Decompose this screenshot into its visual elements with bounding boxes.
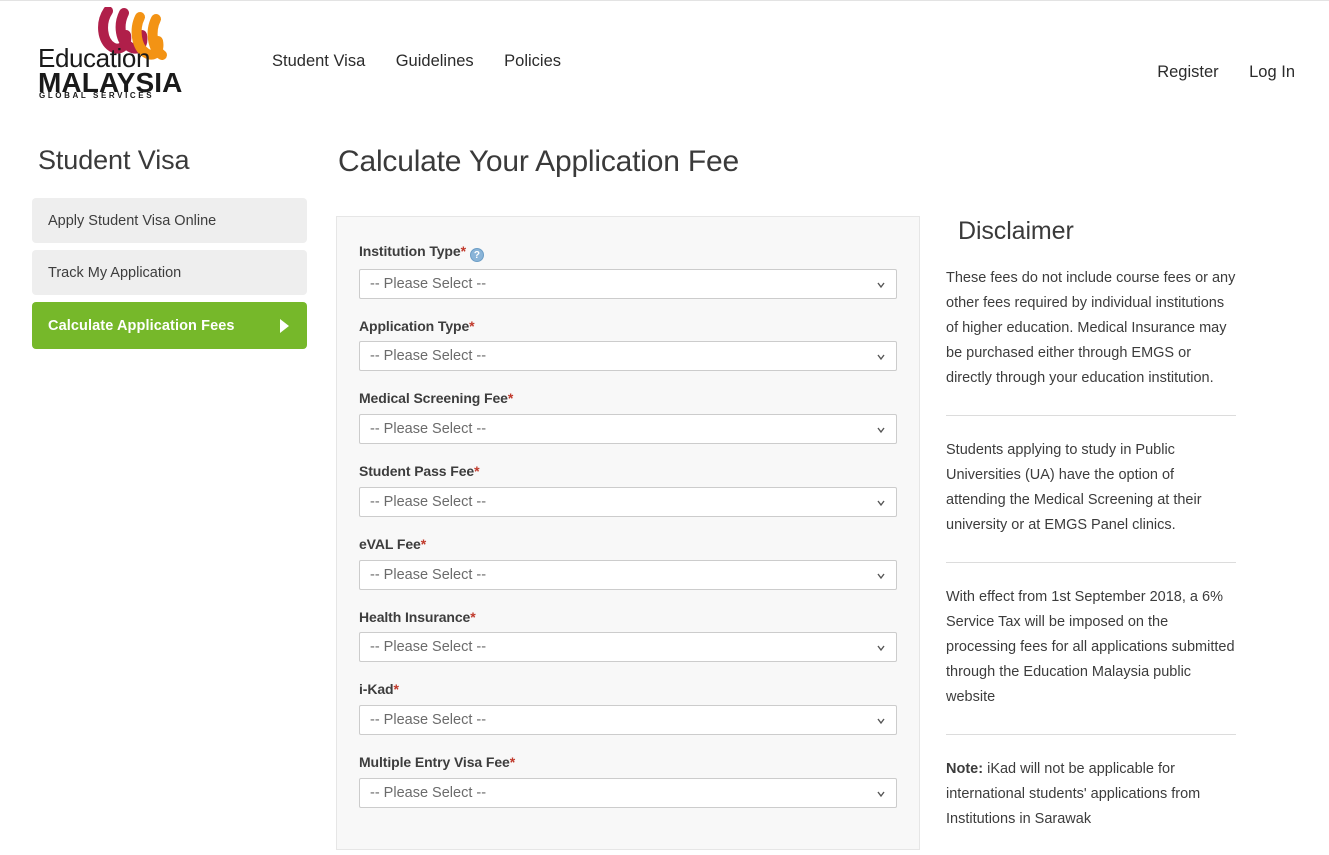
select-medical-screening-fee[interactable]: -- Please Select -- bbox=[359, 414, 897, 445]
nav-item-student-visa[interactable]: Student Visa bbox=[272, 53, 365, 70]
select-application-type[interactable]: -- Please Select -- bbox=[359, 341, 897, 372]
label-text: Multiple Entry Visa Fee bbox=[359, 754, 510, 771]
nav-item-guidelines[interactable]: Guidelines bbox=[396, 53, 474, 70]
field-label: Multiple Entry Visa Fee* bbox=[359, 754, 897, 771]
sidebar-item-label: Track My Application bbox=[48, 264, 182, 281]
emgs-logo[interactable]: Education MALAYSIA GLOBAL SERVICES bbox=[38, 7, 216, 100]
select-health-insurance[interactable]: -- Please Select -- bbox=[359, 632, 897, 663]
disclaimer-paragraph-2: Students applying to study in Public Uni… bbox=[946, 442, 1202, 534]
disclaimer-panel: Disclaimer These fees do not include cou… bbox=[946, 218, 1236, 832]
sidebar-item-label: Apply Student Visa Online bbox=[48, 212, 217, 229]
register-link[interactable]: Register bbox=[1157, 64, 1218, 81]
disclaimer-title: Disclaimer bbox=[958, 217, 1074, 245]
nav-item-policies[interactable]: Policies bbox=[504, 53, 561, 70]
chevron-down-icon bbox=[877, 646, 885, 652]
select-value: -- Please Select -- bbox=[370, 639, 487, 656]
site-header: Education MALAYSIA GLOBAL SERVICES Stude… bbox=[0, 1, 1329, 105]
disclaimer-paragraph-3: With effect from 1st September 2018, a 6… bbox=[946, 589, 1235, 706]
select-i-kad[interactable]: -- Please Select -- bbox=[359, 705, 897, 736]
logo-text-global-services: GLOBAL SERVICES bbox=[39, 91, 155, 100]
disclaimer-paragraph-1: These fees do not include course fees or… bbox=[946, 270, 1236, 387]
page-title: Calculate Your Application Fee bbox=[338, 145, 739, 178]
required-marker: * bbox=[474, 463, 480, 480]
required-marker: * bbox=[507, 390, 514, 407]
account-nav: Register Log In bbox=[1131, 64, 1295, 82]
disclaimer-divider bbox=[946, 734, 1236, 736]
select-eval-fee[interactable]: -- Please Select -- bbox=[359, 559, 897, 590]
field-eval-fee: eVAL Fee* -- Please Select -- bbox=[359, 536, 897, 590]
field-student-pass-fee: Student Pass Fee* -- Please Select -- bbox=[359, 463, 897, 517]
disclaimer-divider bbox=[946, 415, 1236, 417]
select-institution-type[interactable]: -- Please Select -- bbox=[359, 268, 897, 299]
label-text: eVAL Fee bbox=[359, 535, 421, 552]
sidebar-item-track-my-application[interactable]: Track My Application bbox=[32, 250, 307, 296]
field-institution-type: Institution Type*? -- Please Select -- bbox=[359, 243, 897, 299]
help-icon[interactable]: ? bbox=[469, 247, 484, 262]
required-marker: * bbox=[469, 317, 475, 334]
label-text: Health Insurance bbox=[359, 608, 471, 625]
select-value: -- Please Select -- bbox=[370, 712, 487, 729]
sidebar-item-label: Calculate Application Fees bbox=[48, 317, 235, 334]
required-marker: * bbox=[509, 754, 516, 771]
chevron-down-icon bbox=[877, 354, 885, 361]
field-label: eVAL Fee* bbox=[359, 536, 897, 553]
disclaimer-divider bbox=[946, 562, 1236, 564]
select-value: -- Please Select -- bbox=[370, 493, 487, 510]
main-content: Calculate Your Application Fee Instituti… bbox=[336, 146, 920, 850]
select-value: -- Please Select -- bbox=[370, 348, 487, 365]
sidebar-title: Student Visa bbox=[38, 145, 190, 175]
page-root: Education MALAYSIA GLOBAL SERVICES Stude… bbox=[0, 0, 1329, 855]
field-label: Application Type* bbox=[359, 318, 897, 335]
field-label: Student Pass Fee* bbox=[359, 463, 897, 480]
label-text: Medical Screening Fee bbox=[359, 390, 508, 407]
select-multiple-entry-visa-fee[interactable]: -- Please Select -- bbox=[359, 778, 897, 809]
sidebar: Student Visa Apply Student Visa Online T… bbox=[32, 146, 307, 356]
select-student-pass-fee[interactable]: -- Please Select -- bbox=[359, 486, 897, 517]
field-label: Medical Screening Fee* bbox=[359, 390, 897, 407]
field-multiple-entry-visa-fee: Multiple Entry Visa Fee* -- Please Selec… bbox=[359, 754, 897, 809]
label-text: Application Type bbox=[359, 317, 470, 334]
required-marker: * bbox=[393, 681, 399, 698]
chevron-down-icon bbox=[877, 427, 885, 434]
field-label: Institution Type*? bbox=[359, 243, 897, 262]
disclaimer-note-text: iKad will not be applicable for internat… bbox=[946, 761, 1201, 828]
label-text: Institution Type bbox=[359, 242, 461, 259]
label-text: i-Kad bbox=[359, 681, 394, 698]
select-value: -- Please Select -- bbox=[370, 566, 487, 583]
disclaimer-note: Note: iKad will not be applicable for in… bbox=[946, 757, 1236, 832]
disclaimer-note-label: Note: bbox=[946, 761, 984, 778]
sidebar-item-apply-student-visa-online[interactable]: Apply Student Visa Online bbox=[32, 198, 307, 244]
chevron-down-icon bbox=[877, 573, 885, 579]
field-i-kad: i-Kad* -- Please Select -- bbox=[359, 681, 897, 736]
required-marker: * bbox=[420, 535, 427, 552]
select-value: -- Please Select -- bbox=[370, 420, 487, 437]
field-health-insurance: Health Insurance* -- Please Select -- bbox=[359, 609, 897, 663]
field-application-type: Application Type* -- Please Select -- bbox=[359, 318, 897, 372]
chevron-down-icon bbox=[877, 718, 885, 725]
primary-nav: Student Visa Guidelines Policies bbox=[272, 53, 561, 71]
chevron-down-icon bbox=[877, 500, 885, 507]
required-marker: * bbox=[460, 242, 466, 259]
chevron-down-icon bbox=[877, 282, 885, 288]
fee-calculator-form: Institution Type*? -- Please Select -- A… bbox=[336, 215, 920, 850]
select-value: -- Please Select -- bbox=[370, 275, 487, 292]
required-marker: * bbox=[470, 608, 476, 625]
select-value: -- Please Select -- bbox=[370, 784, 487, 801]
chevron-down-icon bbox=[877, 791, 885, 798]
login-link[interactable]: Log In bbox=[1249, 64, 1295, 81]
field-label: i-Kad* bbox=[359, 681, 897, 698]
label-text: Student Pass Fee bbox=[359, 463, 475, 480]
sidebar-item-calculate-application-fees[interactable]: Calculate Application Fees bbox=[32, 302, 307, 350]
chevron-right-icon bbox=[280, 318, 289, 333]
field-label: Health Insurance* bbox=[359, 609, 897, 626]
field-medical-screening-fee: Medical Screening Fee* -- Please Select … bbox=[359, 390, 897, 445]
